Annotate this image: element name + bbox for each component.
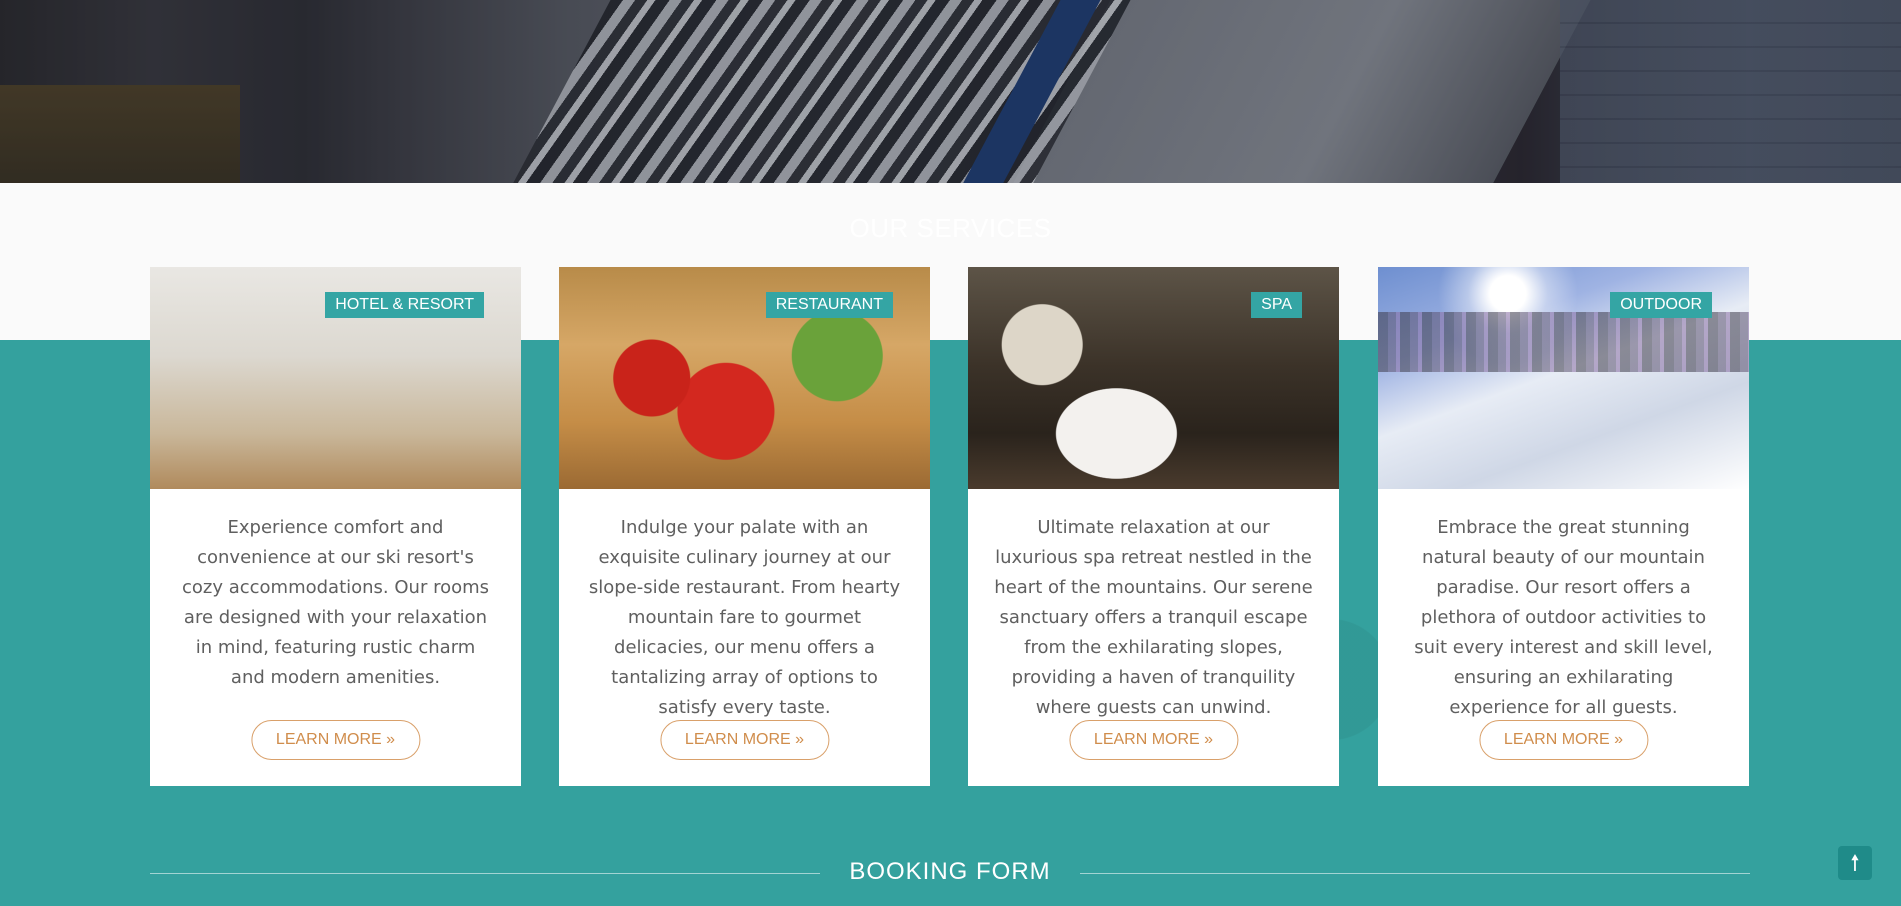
hotel-room-image: HOTEL & RESORT (150, 267, 521, 489)
restaurant-food-image: RESTAURANT (559, 267, 930, 489)
service-card-restaurant: RESTAURANT Indulge your palate with an e… (559, 267, 930, 786)
outdoor-skier-image: OUTDOOR (1378, 267, 1749, 489)
snowy-trees (1378, 312, 1749, 372)
service-tag: OUTDOOR (1610, 292, 1712, 318)
arrow-up-icon: 🠕 (1850, 850, 1860, 875)
learn-more-button[interactable]: LEARN MORE » (250, 720, 421, 760)
service-tag: HOTEL & RESORT (325, 292, 484, 318)
service-card-outdoor: OUTDOOR Embrace the great stunning natur… (1378, 267, 1749, 786)
service-tag: SPA (1251, 292, 1302, 318)
booking-form-heading: BOOKING FORM (150, 856, 1750, 886)
spa-towels-image: SPA (968, 267, 1339, 489)
hero-overlay (0, 0, 1901, 183)
service-description: Experience comfort and convenience at ou… (181, 517, 490, 688)
learn-more-button[interactable]: LEARN MORE » (659, 720, 830, 760)
service-description: Indulge your palate with an exquisite cu… (588, 517, 901, 718)
hero-image (0, 0, 1901, 183)
service-card-hotel: HOTEL & RESORT Experience comfort and co… (150, 267, 521, 786)
service-description: Embrace the great stunning natural beaut… (1414, 517, 1713, 718)
service-description: Ultimate relaxation at our luxurious spa… (994, 517, 1313, 718)
service-card-spa: SPA Ultimate relaxation at our luxurious… (968, 267, 1339, 786)
booking-form-title: BOOKING FORM (849, 858, 1051, 885)
service-tag: RESTAURANT (765, 292, 893, 318)
learn-more-button[interactable]: LEARN MORE » (1068, 720, 1239, 760)
scroll-to-top-button[interactable]: 🠕 (1838, 846, 1872, 880)
divider-right (1080, 873, 1750, 874)
learn-more-button[interactable]: LEARN MORE » (1478, 720, 1649, 760)
services-title: OUR SERVICES (849, 213, 1052, 243)
